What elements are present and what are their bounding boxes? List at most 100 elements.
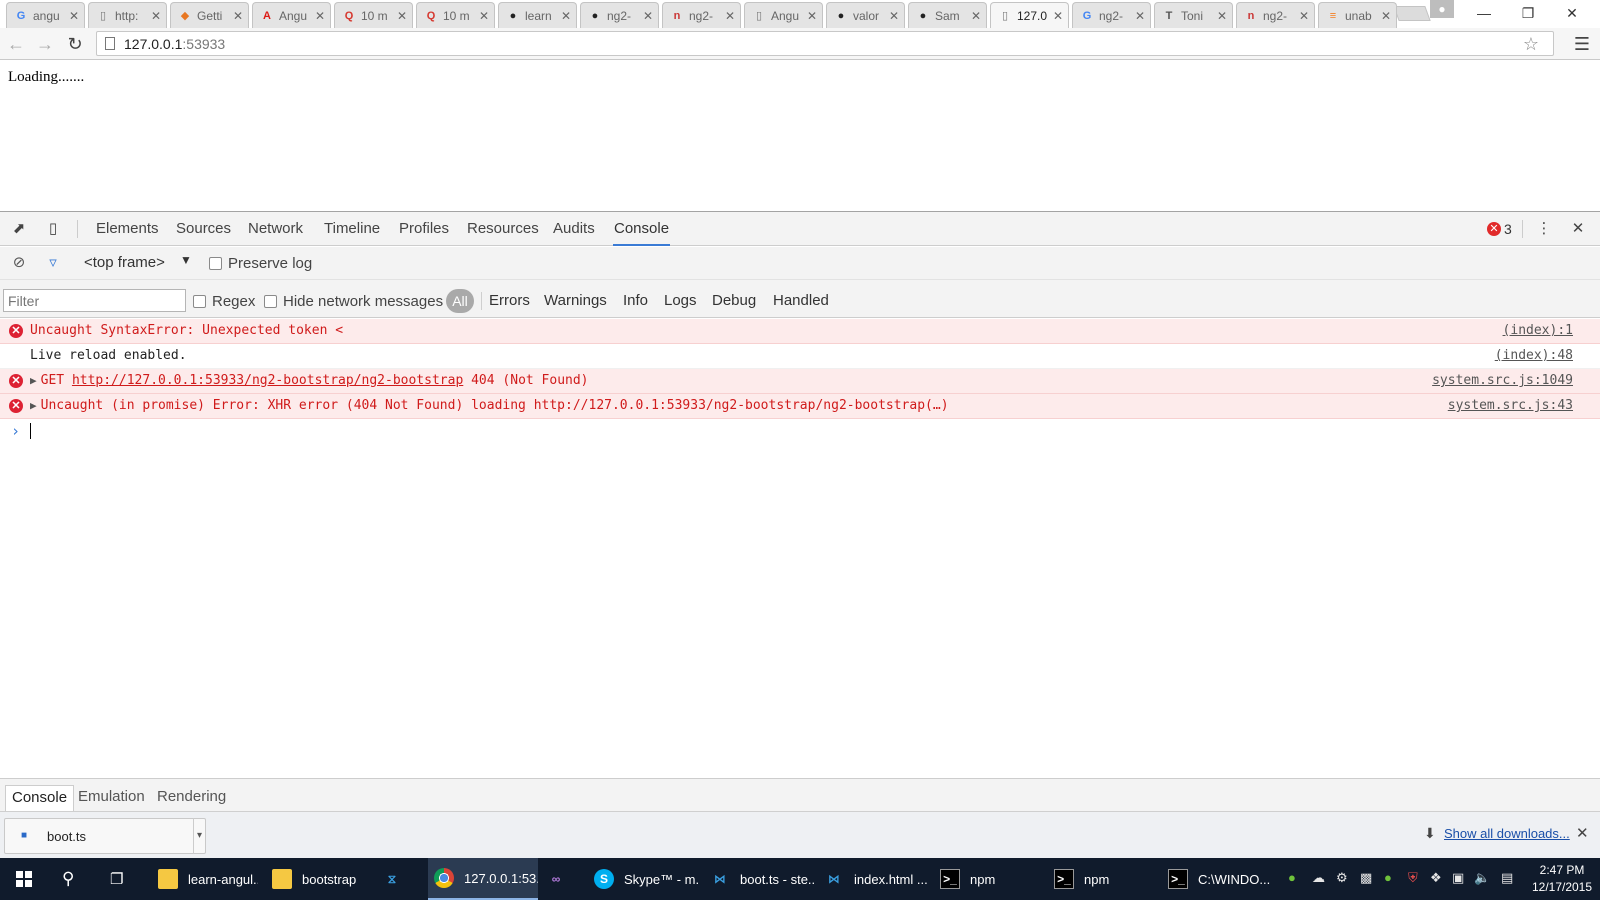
filter-icon[interactable]: ▿ <box>43 253 63 273</box>
tab-audits[interactable]: Audits <box>552 212 596 246</box>
close-tab-icon[interactable]: ✕ <box>68 9 80 23</box>
browser-tab[interactable]: ▯ Angu ✕ <box>744 2 823 28</box>
back-button[interactable]: ← <box>4 32 28 56</box>
task-view-icon[interactable]: ❐ <box>104 858 136 900</box>
browser-tab[interactable]: T Toni ✕ <box>1154 2 1233 28</box>
show-all-downloads-link[interactable]: Show all downloads... <box>1444 826 1570 841</box>
preserve-log-checkbox[interactable] <box>209 257 222 270</box>
taskbar-button[interactable]: ⋈ index.html ... <box>818 858 928 900</box>
close-tab-icon[interactable]: ✕ <box>1134 9 1146 23</box>
taskbar-button[interactable]: bootstrap <box>266 858 366 900</box>
close-tab-icon[interactable]: ✕ <box>396 9 408 23</box>
level-errors-button[interactable]: Errors <box>489 289 530 313</box>
level-warnings-button[interactable]: Warnings <box>544 289 607 313</box>
new-tab-button[interactable] <box>1393 6 1431 21</box>
drawer-tab-rendering[interactable]: Rendering <box>151 785 232 811</box>
close-tab-icon[interactable]: ✕ <box>1216 9 1228 23</box>
close-tab-icon[interactable]: ✕ <box>1380 9 1392 23</box>
hide-network-checkbox[interactable] <box>264 295 277 308</box>
level-debug-button[interactable]: Debug <box>712 289 756 313</box>
taskbar-button[interactable]: >_ C:\WINDO... <box>1162 858 1272 900</box>
taskbar-button[interactable]: ⧖ <box>376 858 426 900</box>
tray-app-icon[interactable]: ▩ <box>1360 870 1372 886</box>
level-logs-button[interactable]: Logs <box>664 289 697 313</box>
regex-checkbox[interactable] <box>193 295 206 308</box>
taskbar-button[interactable]: learn-angul... <box>152 858 258 900</box>
close-tab-icon[interactable]: ✕ <box>150 9 162 23</box>
close-shelf-icon[interactable]: ✕ <box>1576 824 1589 842</box>
restore-button[interactable]: ❐ <box>1506 0 1550 26</box>
close-tab-icon[interactable]: ✕ <box>560 9 572 23</box>
browser-tab[interactable]: Q 10 m ✕ <box>416 2 495 28</box>
close-devtools-icon[interactable]: ✕ <box>1568 219 1588 239</box>
taskbar-button[interactable]: S Skype™ - m... <box>588 858 698 900</box>
browser-tab[interactable]: ▯ http: ✕ <box>88 2 167 28</box>
tray-app-icon[interactable]: ⚙ <box>1336 870 1348 886</box>
browser-tab[interactable]: ● Sam ✕ <box>908 2 987 28</box>
close-tab-icon[interactable]: ✕ <box>1298 9 1310 23</box>
system-clock[interactable]: 2:47 PM 12/17/2015 <box>1529 862 1595 896</box>
browser-tab[interactable]: Q 10 m ✕ <box>334 2 413 28</box>
drawer-tab-console[interactable]: Console <box>5 785 75 811</box>
console-prompt[interactable]: › <box>0 419 1600 443</box>
search-icon[interactable]: ⚲ <box>56 858 88 900</box>
close-tab-icon[interactable]: ✕ <box>314 9 326 23</box>
expand-triangle-icon[interactable]: ▶ <box>30 374 37 387</box>
more-options-icon[interactable]: ⋮ <box>1534 219 1554 239</box>
request-url-link[interactable]: http://127.0.0.1:53933/ng2-bootstrap/ng2… <box>72 373 463 388</box>
taskbar-button[interactable]: ∞ <box>540 858 586 900</box>
address-bar[interactable]: 127.0.0.1:53933 ☆ <box>96 31 1554 56</box>
window-close-button[interactable]: ✕ <box>1550 0 1594 26</box>
tab-resources[interactable]: Resources <box>466 212 540 246</box>
browser-tab[interactable]: Gangu ✕ <box>6 2 85 28</box>
close-tab-icon[interactable]: ✕ <box>970 9 982 23</box>
chrome-menu-icon[interactable]: ☰ <box>1572 33 1592 55</box>
source-link[interactable]: (index):1 <box>1503 319 1573 343</box>
browser-tab[interactable]: ≡ unab ✕ <box>1318 2 1397 28</box>
source-link[interactable]: system.src.js:1049 <box>1432 369 1573 393</box>
close-tab-icon[interactable]: ✕ <box>806 9 818 23</box>
start-button[interactable] <box>0 858 48 900</box>
download-menu-icon[interactable]: ▾ <box>193 818 205 854</box>
filter-input[interactable] <box>3 289 186 312</box>
tab-elements[interactable]: Elements <box>95 212 160 246</box>
close-tab-icon[interactable]: ✕ <box>888 9 900 23</box>
taskbar-button[interactable]: >_ npm <box>934 858 1044 900</box>
volume-icon[interactable]: 🔈 <box>1474 870 1490 886</box>
tab-timeline[interactable]: Timeline <box>323 212 381 246</box>
dropbox-icon[interactable]: ❖ <box>1430 870 1442 886</box>
inspect-element-icon[interactable]: ⬈ <box>9 219 29 239</box>
tray-app-icon[interactable]: ● <box>1384 870 1392 885</box>
browser-tab[interactable]: ● valor ✕ <box>826 2 905 28</box>
tab-console[interactable]: Console <box>613 212 671 246</box>
onedrive-icon[interactable]: ☁ <box>1312 870 1325 886</box>
tab-sources[interactable]: Sources <box>175 212 232 246</box>
tab-network[interactable]: Network <box>247 212 304 246</box>
minimize-button[interactable]: — <box>1462 0 1506 26</box>
clear-console-icon[interactable]: ⊘ <box>9 253 29 273</box>
close-tab-icon[interactable]: ✕ <box>478 9 490 23</box>
browser-tab[interactable]: n ng2- ✕ <box>1236 2 1315 28</box>
network-icon[interactable]: ▣ <box>1452 870 1464 886</box>
close-tab-icon[interactable]: ✕ <box>642 9 654 23</box>
device-mode-icon[interactable]: ▯ <box>43 219 63 239</box>
reload-button[interactable]: ↻ <box>63 32 87 56</box>
level-all-button[interactable]: All <box>446 289 474 313</box>
download-item[interactable]: ■ boot.ts ▾ <box>4 818 206 854</box>
browser-tab[interactable]: ● learn ✕ <box>498 2 577 28</box>
browser-tab[interactable]: ◆ Getti ✕ <box>170 2 249 28</box>
close-tab-icon[interactable]: ✕ <box>724 9 736 23</box>
browser-tab[interactable]: Gng2- ✕ <box>1072 2 1151 28</box>
security-shield-icon[interactable]: ⛨ <box>1408 870 1418 886</box>
bookmark-star-icon[interactable]: ☆ <box>1523 34 1539 55</box>
level-info-button[interactable]: Info <box>623 289 648 313</box>
taskbar-button[interactable]: ⋈ boot.ts - ste... <box>704 858 814 900</box>
tab-profiles[interactable]: Profiles <box>398 212 450 246</box>
tray-app-icon[interactable]: ● <box>1288 870 1296 885</box>
source-link[interactable]: system.src.js:43 <box>1448 394 1573 418</box>
taskbar-button[interactable]: 127.0.0.1:53... <box>428 858 538 900</box>
frame-dropdown-icon[interactable]: ▼ <box>180 253 192 267</box>
taskbar-button[interactable]: >_ npm <box>1048 858 1158 900</box>
error-count-badge[interactable]: ✕ 3 <box>1487 220 1512 238</box>
level-handled-button[interactable]: Handled <box>773 289 829 313</box>
